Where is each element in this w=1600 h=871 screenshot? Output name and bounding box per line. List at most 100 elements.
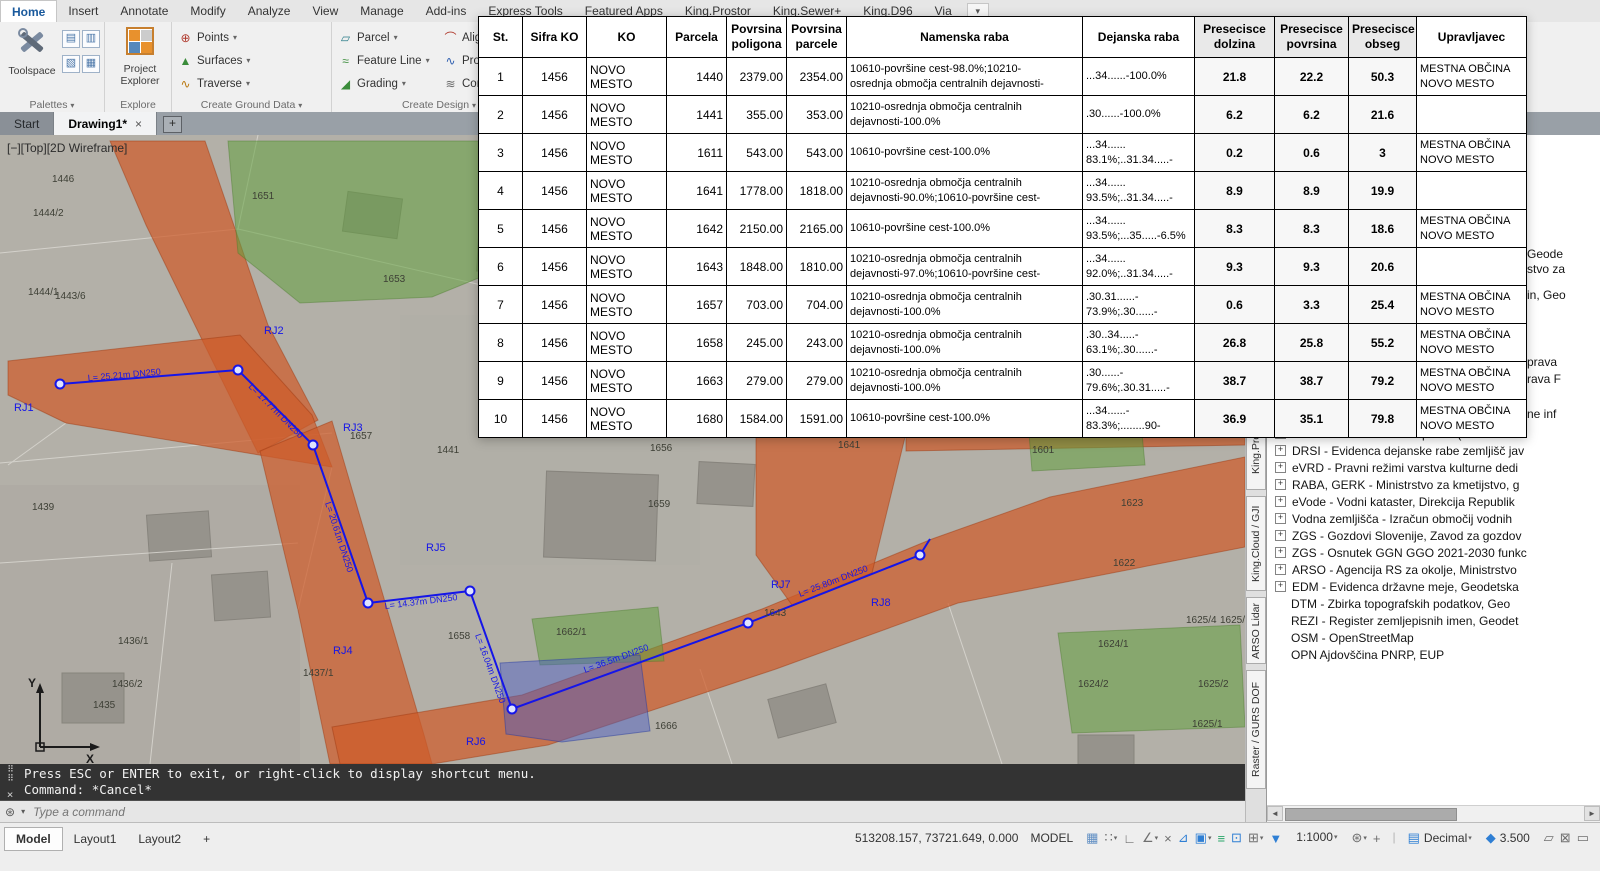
drawing-tab-start[interactable]: Start	[0, 112, 54, 135]
ribbon-tab-home[interactable]: Home	[0, 0, 57, 22]
coordinates-readout[interactable]: 513208.157, 73721.649, 0.000	[853, 827, 1021, 849]
close-icon[interactable]: ×	[135, 117, 142, 131]
expand-plus-icon[interactable]: +	[1275, 530, 1286, 541]
project-explorer-button[interactable]: Project Explorer	[111, 26, 169, 87]
ribbon-item-traverse[interactable]: ∿Traverse▾	[178, 72, 327, 95]
expand-plus-icon[interactable]: +	[1275, 462, 1286, 473]
toolspace-button[interactable]: Toolspace	[6, 26, 58, 77]
expand-plus-icon[interactable]: +	[1275, 445, 1286, 456]
tree-item[interactable]: +ZGS - Gozdovi Slovenije, Zavod za gozdo…	[1275, 527, 1598, 544]
table-cell: 26.8	[1195, 324, 1275, 362]
ribbon-tab-annotate[interactable]: Annotate	[109, 0, 179, 22]
tree-item[interactable]: DTM - Zbirka topografskih podatkov, Geo	[1291, 595, 1598, 612]
scroll-left-arrow-icon[interactable]: ◄	[1267, 806, 1283, 821]
pipe-node[interactable]	[466, 587, 475, 596]
expand-plus-icon[interactable]: +	[1275, 496, 1286, 507]
tree-item[interactable]: +Vodna zemljišča - Izračun območij vodni…	[1275, 510, 1598, 527]
ortho-icon[interactable]: ∟	[1120, 828, 1139, 849]
osnap-icon[interactable]: ▣▾	[1192, 827, 1215, 849]
tree-item[interactable]: REZI - Register zemljepisnih imen, Geode…	[1291, 612, 1598, 629]
traverse-icon: ∿	[178, 77, 193, 91]
annotation-filter-icon[interactable]: ▼	[1266, 828, 1285, 849]
table-row: 21456NOVO MESTO1441355.00353.0010210-osr…	[479, 96, 1527, 134]
pipe-node[interactable]	[744, 619, 753, 628]
new-drawing-tab-button[interactable]: +	[163, 116, 182, 133]
scrollbar-thumb[interactable]	[1285, 808, 1457, 821]
ribbon-tab-modify[interactable]: Modify	[179, 0, 236, 22]
sheet-set-manager-icon[interactable]: ▧	[62, 55, 80, 73]
viewport-controls[interactable]: [−][Top][2D Wireframe]	[7, 141, 127, 155]
layout-tab-layout1[interactable]: Layout1	[63, 828, 128, 850]
layout-tab-model[interactable]: Model	[4, 827, 63, 851]
layout-tab-new[interactable]: +	[192, 828, 221, 850]
tree-item[interactable]: +ARSO - Agencija RS za okolje, Ministrst…	[1275, 561, 1598, 578]
tree-item[interactable]: +ZGS - Osnutek GGN GGO 2021-2030 funkc	[1275, 544, 1598, 561]
palette-tab-raster-gurs-dof[interactable]: Raster / GURS DOF	[1246, 670, 1266, 789]
ribbon-tab-manage[interactable]: Manage	[349, 0, 414, 22]
ribbon-item-grading[interactable]: ◢Grading▾	[338, 72, 433, 95]
pipe-node[interactable]	[309, 441, 318, 450]
isolate-objects-icon[interactable]: ▱	[1541, 827, 1557, 849]
pipe-node[interactable]	[364, 599, 373, 608]
ribbon-tab-insert[interactable]: Insert	[57, 0, 109, 22]
tree-item[interactable]: +RABA, GERK - Ministrstvo za kmetijstvo,…	[1275, 476, 1598, 493]
tree-item[interactable]: +EDM - Evidenca državne meje, Geodetska	[1275, 578, 1598, 595]
panel-label-palettes[interactable]: Palettes ▾	[0, 99, 104, 111]
command-input[interactable]	[31, 804, 435, 820]
selection-cycling-icon[interactable]: ⊡	[1228, 827, 1245, 849]
pipe-node[interactable]	[916, 551, 925, 560]
panel-horizontal-scrollbar[interactable]: ◄ ►	[1267, 805, 1600, 822]
palette-tab-king-cloud-gji[interactable]: King.Cloud / GJI	[1246, 496, 1266, 591]
ribbon-item-surfaces[interactable]: ▲Surfaces▾	[178, 49, 327, 72]
osnap-tracking-icon[interactable]: ×	[1161, 828, 1175, 849]
elevation-readout[interactable]: ◆ 3.500	[1483, 827, 1533, 849]
close-icon[interactable]: ×	[7, 788, 14, 801]
markup-palette-icon[interactable]: ▦	[82, 55, 100, 73]
clean-screen-icon[interactable]: ▭	[1574, 827, 1592, 849]
pipe-node[interactable]	[234, 366, 243, 375]
polar-tracking-icon[interactable]: ∠▾	[1139, 827, 1161, 849]
grid-icon[interactable]: ▦	[1083, 827, 1101, 849]
properties-palette-icon[interactable]: ▥	[82, 30, 100, 48]
ribbon-tab-analyze[interactable]: Analyze	[237, 0, 302, 22]
add-scale-plus-icon[interactable]: +	[1370, 828, 1384, 849]
customization-gear-icon[interactable]: ⊛▾	[1348, 827, 1369, 849]
layout-tab-layout2[interactable]: Layout2	[127, 828, 192, 850]
tool-palettes-icon[interactable]: ▤	[62, 30, 80, 48]
ribbon-item-feature-line[interactable]: ≈Feature Line▾	[338, 49, 433, 72]
customize-icon[interactable]: ⊛	[5, 805, 15, 819]
tree-item[interactable]: OPN Ajdovščina PNRP, EUP	[1291, 646, 1598, 663]
snap-mode-icon[interactable]: ∷▾	[1101, 827, 1120, 849]
annotation-scale-button[interactable]: 1:1000 ▾	[1293, 827, 1340, 847]
expand-plus-icon[interactable]: +	[1275, 547, 1286, 558]
dynamic-input-icon[interactable]: ⊿	[1175, 827, 1192, 849]
scroll-right-arrow-icon[interactable]: ►	[1584, 806, 1600, 821]
chevron-down-icon[interactable]: ▾	[21, 807, 25, 816]
panel-label-create-ground-data[interactable]: Create Ground Data ▾	[172, 99, 331, 111]
expand-plus-icon[interactable]: +	[1275, 564, 1286, 575]
parcel-analysis-table[interactable]: St.Sifra KOKOParcelaPovrsina poligonaPov…	[478, 16, 1527, 438]
units-dropdown[interactable]: ▤ Decimal ▾	[1405, 827, 1475, 849]
tree-item[interactable]: +eVRD - Pravni režimi varstva kulturne d…	[1275, 459, 1598, 476]
lineweight-icon[interactable]: ≡	[1214, 828, 1228, 849]
workspace-icon[interactable]: ⊞▾	[1245, 827, 1266, 849]
ribbon-tab-view[interactable]: View	[301, 0, 349, 22]
drag-grip-icon[interactable]: ⠿⠿	[7, 766, 13, 784]
expand-plus-icon[interactable]: +	[1275, 513, 1286, 524]
ribbon-item-points[interactable]: ⊕Points▾	[178, 26, 327, 49]
model-space-button[interactable]: MODEL	[1028, 827, 1075, 849]
table-cell: 9.3	[1275, 248, 1349, 286]
pipe-node[interactable]	[508, 705, 517, 714]
tree-item[interactable]: OSM - OpenStreetMap	[1291, 629, 1598, 646]
ribbon-tab-add-ins[interactable]: Add-ins	[415, 0, 478, 22]
tree-item[interactable]: +eVode - Vodni kataster, Direkcija Repub…	[1275, 493, 1598, 510]
expand-plus-icon[interactable]: +	[1275, 581, 1286, 592]
hardware-acceleration-icon[interactable]: ⊠	[1557, 827, 1574, 849]
drawing-tab-drawing1[interactable]: Drawing1* ×	[54, 112, 157, 135]
ribbon-item-parcel[interactable]: ▱Parcel▾	[338, 26, 433, 49]
palette-tab-arso-lidar[interactable]: ARSO Lidar	[1246, 597, 1266, 664]
expand-plus-icon[interactable]: +	[1275, 479, 1286, 490]
pipe-node[interactable]	[56, 380, 65, 389]
tree-item[interactable]: +DRSI - Evidenca dejanske rabe zemljišč …	[1275, 442, 1598, 459]
panel-label-explore[interactable]: Explore	[105, 99, 171, 111]
